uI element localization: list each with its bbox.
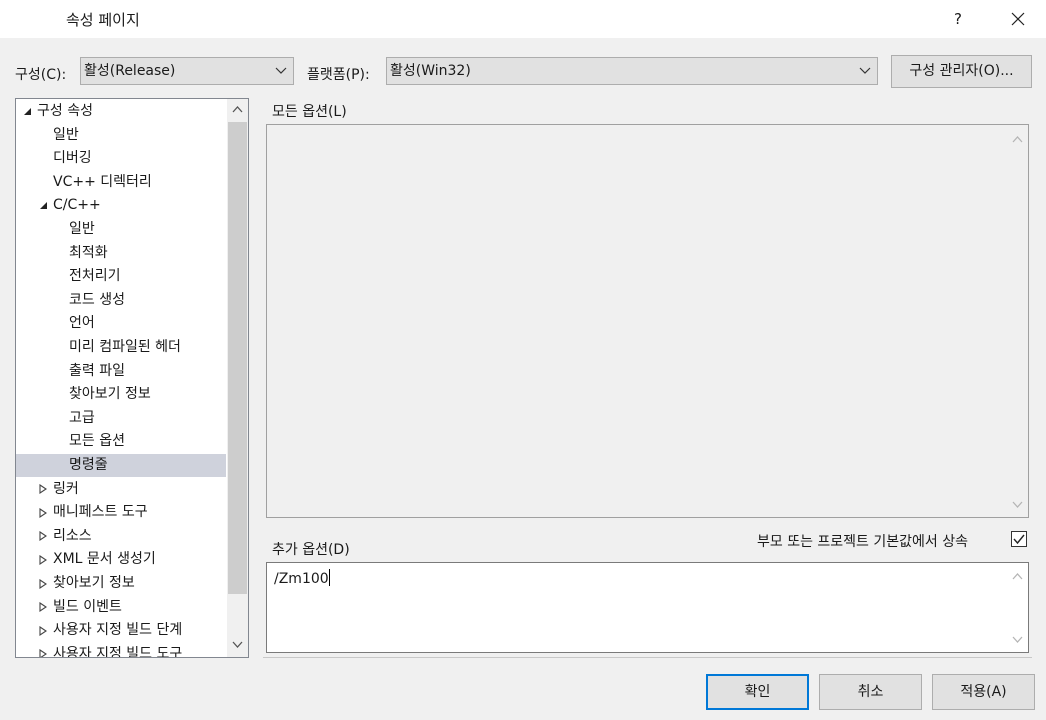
tree-item[interactable]: 사용자 지정 빌드 단계: [16, 619, 226, 642]
scroll-down-icon[interactable]: [232, 641, 243, 649]
scroll-up-icon[interactable]: [1012, 135, 1023, 143]
divider: [263, 657, 1032, 658]
tree-scroll-thumb[interactable]: [228, 122, 247, 594]
tree-item[interactable]: 빌드 이벤트: [16, 596, 226, 619]
config-value: 활성(Release): [84, 63, 176, 79]
tree-item-label: 명령줄: [69, 457, 108, 473]
check-icon: [1013, 534, 1025, 545]
tree-item[interactable]: 구성 속성: [16, 100, 226, 123]
tree-item[interactable]: 최적화: [16, 242, 226, 265]
tree-item-label: 일반: [69, 221, 95, 237]
tree-item[interactable]: VC++ 디렉터리: [16, 171, 226, 194]
collapsed-arrow-icon[interactable]: [37, 596, 49, 619]
additional-options-textarea[interactable]: /Zm100: [266, 562, 1029, 653]
tree-item-label: 링커: [53, 480, 79, 497]
close-icon: [1011, 12, 1025, 26]
tree-item[interactable]: 모든 옵션: [16, 430, 226, 453]
scroll-up-icon[interactable]: [1012, 572, 1023, 580]
collapsed-arrow-icon[interactable]: [37, 548, 49, 571]
tree-item-label: 미리 컴파일된 헤더: [69, 339, 181, 355]
tree-item-label: 찾아보기 정보: [53, 575, 135, 591]
tree-item-label: 언어: [69, 315, 95, 332]
tree-item[interactable]: 찾아보기 정보: [16, 572, 226, 595]
config-combo[interactable]: 활성(Release): [80, 57, 294, 85]
tree-item-label: 디버깅: [53, 150, 92, 167]
help-button[interactable]: ?: [938, 0, 978, 38]
title-bar: 속성 페이지 ?: [0, 0, 1046, 38]
collapsed-arrow-icon[interactable]: [37, 572, 49, 595]
tree-item-label: 일반: [53, 126, 79, 143]
additional-options-label: 추가 옵션(D): [272, 542, 350, 558]
platform-combo[interactable]: 활성(Win32): [386, 57, 878, 85]
tree-scrollbar[interactable]: [227, 99, 248, 657]
tree-item-label: C/C++: [53, 197, 101, 214]
tree-item-label: 구성 속성: [37, 103, 93, 119]
tree-item[interactable]: 전처리기: [16, 265, 226, 288]
inherit-checkbox[interactable]: [1011, 531, 1027, 547]
tree-item[interactable]: 명령줄: [16, 454, 226, 477]
collapsed-arrow-icon[interactable]: [37, 619, 49, 642]
scroll-down-icon[interactable]: [1012, 636, 1023, 644]
chevron-down-icon: [859, 67, 871, 74]
expanded-arrow-icon[interactable]: [37, 194, 49, 217]
scroll-down-icon[interactable]: [1012, 501, 1023, 509]
close-button[interactable]: [996, 0, 1040, 38]
collapsed-arrow-icon[interactable]: [37, 478, 49, 501]
chevron-down-icon: [275, 67, 287, 74]
tree-item[interactable]: 매니페스트 도구: [16, 501, 226, 524]
tree-item[interactable]: XML 문서 생성기: [16, 548, 226, 571]
all-options-textarea[interactable]: [266, 124, 1029, 518]
tree-item[interactable]: C/C++: [16, 194, 226, 217]
config-label: 구성(C):: [15, 67, 67, 83]
collapsed-arrow-icon[interactable]: [37, 501, 49, 524]
tree-item[interactable]: 링커: [16, 478, 226, 501]
tree-item-label: 사용자 지정 빌드 단계: [53, 622, 183, 639]
tree-item[interactable]: 리소스: [16, 525, 226, 548]
tree-item[interactable]: 미리 컴파일된 헤더: [16, 336, 226, 359]
tree-item-label: 출력 파일: [69, 362, 125, 379]
tree-item-label: 사용자 지정 빌드 도구: [53, 645, 183, 658]
tree-item-label: XML 문서 생성기: [53, 551, 156, 568]
tree-item-label: 최적화: [69, 244, 108, 261]
ok-button[interactable]: 확인: [706, 674, 809, 710]
platform-label: 플랫폼(P):: [307, 67, 370, 83]
additional-options-value: /Zm100: [274, 571, 329, 587]
tree-item[interactable]: 출력 파일: [16, 360, 226, 383]
tree-item[interactable]: 일반: [16, 218, 226, 241]
tree-item[interactable]: 일반: [16, 124, 226, 147]
config-manager-button[interactable]: 구성 관리자(O)...: [891, 55, 1032, 88]
tree-item-label: 매니페스트 도구: [53, 504, 148, 521]
tree-item[interactable]: 언어: [16, 312, 226, 335]
tree-item-label: 전처리기: [69, 268, 121, 285]
property-tree: 구성 속성 일반 디버깅 VC++ 디렉터리 C/C++ 일반 최적화 전처리기 코드 생성 언어…: [15, 98, 249, 658]
tree-item-label: 빌드 이벤트: [53, 598, 122, 615]
tree-item-label: 코드 생성: [69, 291, 125, 308]
text-caret: [328, 569, 330, 586]
collapsed-arrow-icon[interactable]: [37, 643, 49, 657]
tree-item[interactable]: 코드 생성: [16, 289, 226, 312]
all-options-label: 모든 옵션(L): [272, 104, 347, 120]
collapsed-arrow-icon[interactable]: [37, 525, 49, 548]
tree-item-label: 모든 옵션: [69, 433, 125, 450]
tree-item[interactable]: 찾아보기 정보: [16, 383, 226, 406]
tree-item-label: VC++ 디렉터리: [53, 173, 152, 190]
tree-item-label: 리소스: [53, 527, 92, 544]
inherit-label: 부모 또는 프로젝트 기본값에서 상속: [757, 534, 968, 550]
tree-item-label: 고급: [69, 409, 95, 426]
platform-value: 활성(Win32): [390, 63, 471, 79]
tree-item[interactable]: 디버깅: [16, 147, 226, 170]
apply-button[interactable]: 적용(A): [932, 674, 1035, 710]
window-title: 속성 페이지: [66, 11, 140, 29]
tree-item[interactable]: 고급: [16, 407, 226, 430]
tree-item[interactable]: 사용자 지정 빌드 도구: [16, 643, 226, 658]
tree-item-label: 찾아보기 정보: [69, 386, 151, 403]
expanded-arrow-icon[interactable]: [21, 100, 33, 123]
scroll-up-icon[interactable]: [232, 105, 243, 113]
cancel-button[interactable]: 취소: [819, 674, 922, 710]
